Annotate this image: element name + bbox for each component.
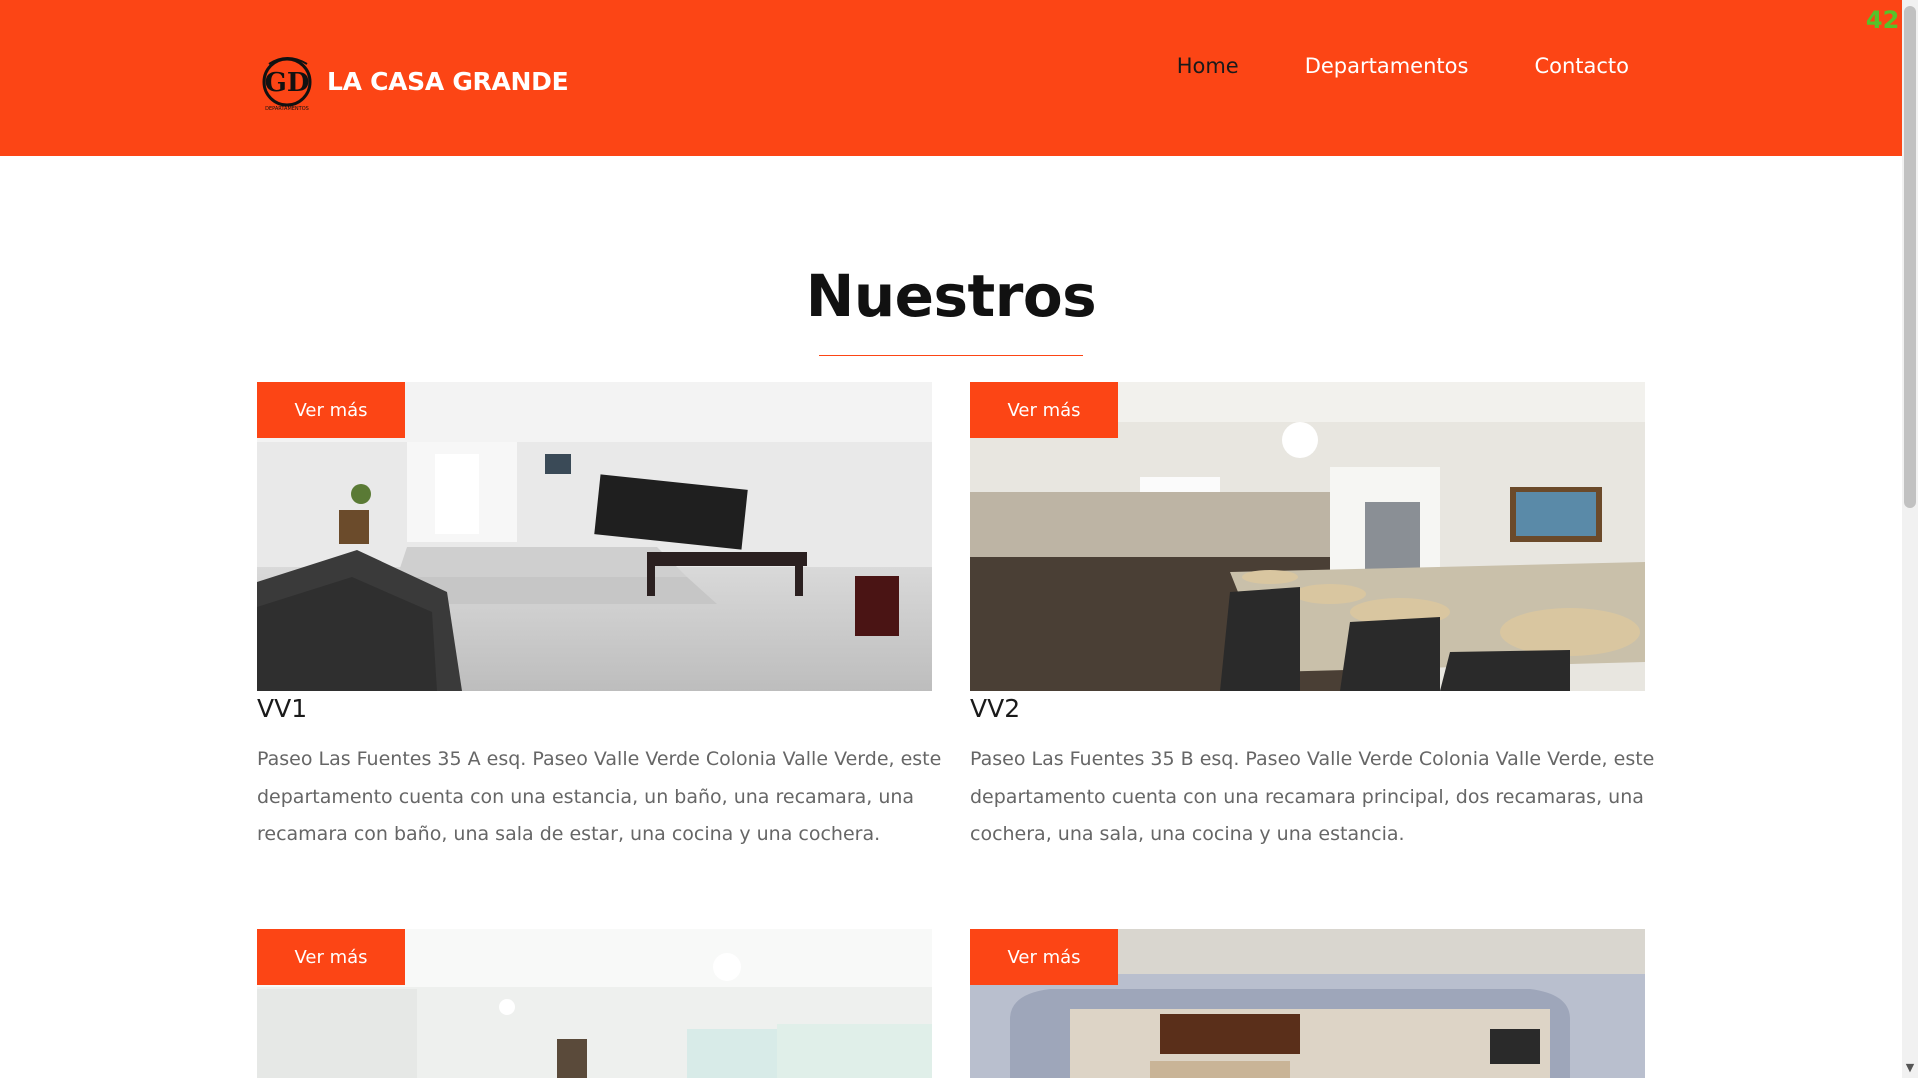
apartment-description: Paseo Las Fuentes 35 A esq. Paseo Valle … [257,748,942,845]
page-scrollbar[interactable]: ▼ [1902,0,1918,1078]
scroll-down-arrow-icon[interactable]: ▼ [1902,1060,1918,1076]
apartment-title[interactable]: VV2 [970,694,1645,723]
apartment-card-vv2: Ver más VV2 Paseo Las Fuentes 35 B esq. … [970,382,1654,854]
brand-logo[interactable]: GD DEPARTAMENTOS LA CASA GRANDE [257,50,569,112]
apartment-photo[interactable]: Ver más [257,382,932,691]
apartment-photo[interactable]: Ver más [970,929,1645,1078]
scrollbar-thumb[interactable] [1904,6,1916,508]
svg-text:DEPARTAMENTOS: DEPARTAMENTOS [265,106,309,112]
apartment-title[interactable]: VV1 [257,694,932,723]
nav-home[interactable]: Home [1177,54,1239,78]
ver-mas-button[interactable]: Ver más [970,929,1118,985]
title-underline [819,355,1083,356]
nav-contacto[interactable]: Contacto [1534,54,1629,78]
ver-mas-button[interactable]: Ver más [970,382,1118,438]
apartment-card-3: Ver más [257,929,932,1078]
logo-emblem-icon: GD DEPARTAMENTOS [257,50,319,112]
apartment-description: Paseo Las Fuentes 35 B esq. Paseo Valle … [970,748,1655,845]
ver-mas-button[interactable]: Ver más [257,929,405,985]
site-header: GD DEPARTAMENTOS LA CASA GRANDE Home Dep… [0,0,1902,156]
apartment-photo[interactable]: Ver más [257,929,932,1078]
svg-text:GD: GD [265,68,310,98]
section-title: Nuestros [805,262,1097,330]
ver-mas-button[interactable]: Ver más [257,382,405,438]
apartment-card-4: Ver más [970,929,1645,1078]
main-nav: Home Departamentos Contacto [1177,54,1629,78]
apartment-card-vv1: Ver más VV1 Paseo Las Fuentes 35 A esq. … [257,382,941,854]
nav-departamentos[interactable]: Departamentos [1305,54,1469,78]
apartment-photo[interactable]: Ver más [970,382,1645,691]
brand-name: LA CASA GRANDE [327,66,569,96]
